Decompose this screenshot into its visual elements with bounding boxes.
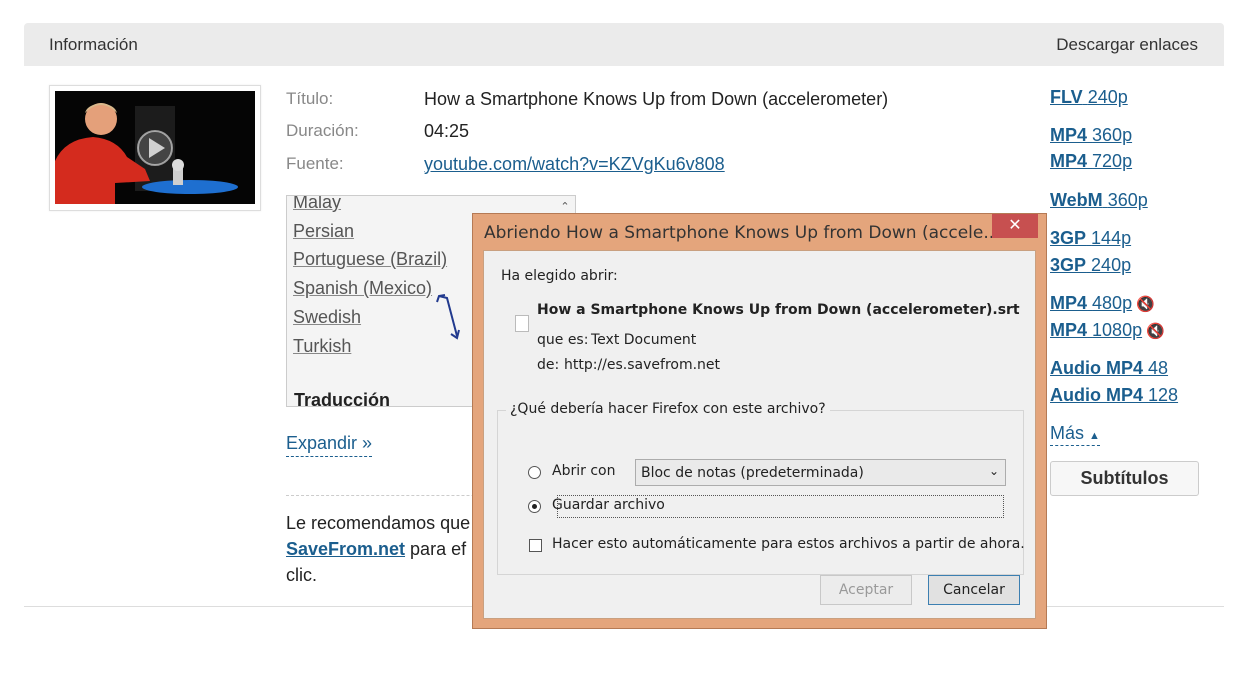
download-link-audio-mp4-48[interactable]: Audio MP4 48 — [1050, 358, 1168, 379]
download-link-mp4-480p[interactable]: MP4 480p 🔇 — [1050, 293, 1155, 314]
subtitles-button[interactable]: Subtítulos — [1050, 461, 1199, 496]
open-with-app-value: Bloc de notas (predeterminada) — [641, 465, 864, 481]
recommendation-line-1: Le recomendamos que — [286, 513, 471, 533]
source-label: Fuente: — [286, 154, 344, 173]
download-link-webm-360p[interactable]: WebM 360p — [1050, 190, 1148, 211]
video-title: How a Smartphone Knows Up from Down (acc… — [424, 89, 889, 109]
source-link[interactable]: youtube.com/watch?v=KZVgKu6v808 — [424, 154, 725, 175]
info-tab-label: Información — [49, 35, 138, 54]
video-duration: 04:25 — [424, 121, 470, 141]
download-links-label: Descargar enlaces — [1056, 35, 1198, 54]
no-audio-icon: 🔇 — [1146, 323, 1165, 340]
dialog-title: Abriendo How a Smartphone Knows Up from … — [484, 223, 1000, 243]
dialog-body: Ha elegido abrir: How a Smartphone Knows… — [483, 250, 1036, 619]
open-with-label[interactable]: Abrir con — [552, 463, 615, 479]
video-thumbnail[interactable] — [49, 85, 261, 211]
expand-link[interactable]: Expandir » — [286, 433, 373, 457]
caret-up-icon: ▲ — [1089, 430, 1100, 442]
more-link[interactable]: Más ▲ — [1050, 423, 1100, 446]
download-link-mp4-360p[interactable]: MP4 360p — [1050, 125, 1132, 146]
open-with-app-select[interactable]: Bloc de notas (predeterminada) ⌄ — [635, 459, 1006, 486]
file-source-label: de: — [537, 357, 560, 373]
recommendation-line-2: SaveFrom.net para ef — [286, 539, 466, 560]
download-link-flv-240p[interactable]: FLV 240p — [1050, 87, 1128, 108]
subtitle-item[interactable]: Malay — [293, 196, 341, 213]
open-file-dialog: Abriendo How a Smartphone Knows Up from … — [472, 213, 1047, 629]
file-icon — [515, 315, 529, 332]
download-link-audio-mp4-128[interactable]: Audio MP4 128 — [1050, 385, 1178, 406]
savefrom-link[interactable]: SaveFrom.net — [286, 539, 405, 559]
open-with-radio[interactable] — [528, 466, 541, 479]
save-file-label[interactable]: Guardar archivo — [552, 497, 665, 513]
subtitle-item[interactable]: Persian — [293, 221, 354, 242]
recommendation-line-2-text: para ef — [405, 539, 467, 559]
file-source-value: http://es.savefrom.net — [564, 357, 721, 373]
close-icon[interactable]: ✕ — [992, 214, 1038, 238]
file-type-label: que es: — [537, 332, 589, 348]
save-file-radio[interactable] — [528, 500, 541, 513]
no-audio-icon: 🔇 — [1136, 296, 1155, 313]
chevron-down-icon: ⌄ — [988, 464, 999, 478]
download-link-mp4-1080p[interactable]: MP4 1080p 🔇 — [1050, 320, 1165, 341]
translation-heading: Traducción — [294, 390, 391, 407]
subtitle-item[interactable]: Swedish — [293, 307, 361, 328]
file-type-value: Text Document — [591, 332, 697, 348]
download-link-3gp-240p[interactable]: 3GP 240p — [1050, 255, 1131, 276]
auto-action-label[interactable]: Hacer esto automáticamente para estos ar… — [552, 536, 1025, 552]
auto-action-checkbox[interactable] — [529, 539, 542, 552]
subtitle-item[interactable]: Spanish (Mexico) — [293, 278, 432, 299]
download-link-3gp-144p[interactable]: 3GP 144p — [1050, 228, 1131, 249]
info-header-bar: Información Descargar enlaces — [24, 23, 1224, 66]
action-question: ¿Qué debería hacer Firefox con este arch… — [506, 401, 830, 417]
accept-button[interactable]: Aceptar — [820, 575, 912, 605]
recommendation-line-3: clic. — [286, 565, 317, 585]
thumbnail-image — [55, 91, 255, 204]
subtitle-item[interactable]: Turkish — [293, 336, 351, 357]
title-label: Título: — [286, 89, 334, 108]
download-link-mp4-720p[interactable]: MP4 720p — [1050, 151, 1132, 172]
cancel-button[interactable]: Cancelar — [928, 575, 1020, 605]
chosen-label: Ha elegido abrir: — [501, 268, 618, 284]
cursor-resize-arrow-icon — [436, 294, 460, 340]
duration-label: Duración: — [286, 121, 359, 140]
file-name: How a Smartphone Knows Up from Down (acc… — [537, 302, 1020, 318]
subtitle-item[interactable]: Portuguese (Brazil) — [293, 249, 447, 270]
